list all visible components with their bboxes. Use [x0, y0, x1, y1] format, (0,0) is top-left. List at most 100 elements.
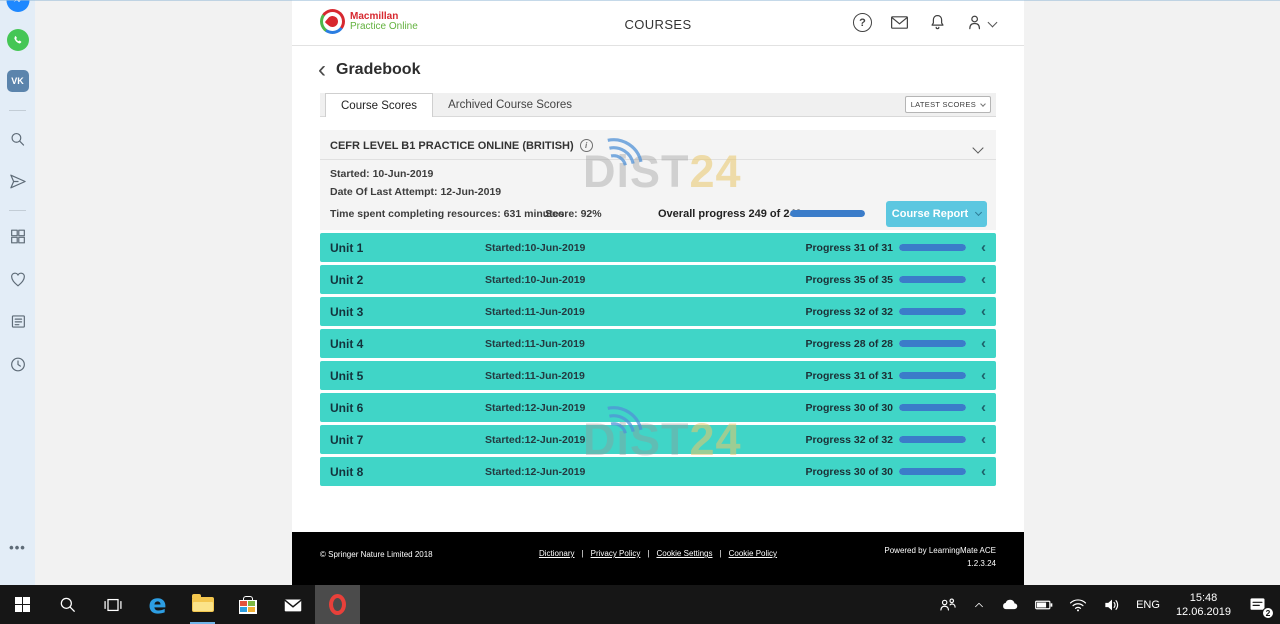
tray-expand-chevron-icon[interactable] — [966, 585, 992, 624]
unit-started-date: Started:12-Jun-2019 — [485, 402, 585, 414]
tray-time: 15:48 — [1176, 591, 1231, 605]
unit-name: Unit 6 — [330, 401, 485, 415]
info-icon[interactable]: i — [580, 139, 593, 152]
footer-links: Dictionary | Privacy Policy | Cookie Setting… — [539, 549, 777, 558]
unit-row[interactable]: Unit 2 Started:10-Jun-2019 Progress 35 o… — [320, 265, 996, 294]
unit-row[interactable]: Unit 8 Started:12-Jun-2019 Progress 30 o… — [320, 457, 996, 486]
tab-course-scores[interactable]: Course Scores — [325, 93, 433, 117]
unit-progress-bar — [899, 468, 966, 475]
chevron-left-icon[interactable]: ‹ — [981, 403, 986, 413]
start-button[interactable] — [0, 585, 45, 624]
unit-started-date: Started:12-Jun-2019 — [485, 466, 585, 478]
unit-row[interactable]: Unit 6 Started:12-Jun-2019 Progress 30 o… — [320, 393, 996, 422]
mail-app-icon[interactable] — [270, 585, 315, 624]
course-time-spent: Time spent completing resources: 631 min… — [330, 208, 564, 220]
chevron-left-icon[interactable]: ‹ — [981, 307, 986, 317]
chevron-left-icon[interactable]: ‹ — [981, 243, 986, 253]
mail-icon[interactable] — [889, 12, 910, 33]
unit-progress-bar — [899, 340, 966, 347]
page-content: Macmillan Practice Online COURSES ? ‹ Gr… — [292, 0, 1024, 585]
footer-link[interactable]: Privacy Policy — [591, 549, 641, 558]
course-started-date: Started: 10-Jun-2019 — [330, 168, 433, 180]
chevron-left-icon[interactable]: ‹ — [981, 467, 986, 477]
search-icon[interactable] — [8, 130, 27, 149]
unit-progress-label: Progress 32 of 32 — [805, 306, 893, 318]
unit-progress-label: Progress 30 of 30 — [805, 466, 893, 478]
chevron-left-icon[interactable]: ‹ — [981, 339, 986, 349]
macmillan-logo-icon — [320, 9, 345, 34]
footer-link[interactable]: Cookie Settings — [656, 549, 712, 558]
course-panel-header[interactable]: CEFR LEVEL B1 PRACTICE ONLINE (BRITISH) … — [320, 130, 996, 160]
chevron-down-icon[interactable] — [974, 139, 982, 157]
footer-link[interactable]: Dictionary — [539, 549, 575, 558]
edge-browser-icon[interactable]: e — [135, 585, 180, 624]
unit-progress-label: Progress 32 of 32 — [805, 434, 893, 446]
unit-name: Unit 2 — [330, 273, 485, 287]
footer-link-separator: | — [647, 549, 649, 558]
wifi-icon[interactable] — [1062, 585, 1094, 624]
footer-version: 1.2.3.24 — [884, 557, 996, 570]
microsoft-store-icon[interactable] — [225, 585, 270, 624]
unit-row[interactable]: Unit 4 Started:11-Jun-2019 Progress 28 o… — [320, 329, 996, 358]
unit-name: Unit 8 — [330, 465, 485, 479]
course-report-button[interactable]: Course Report — [886, 201, 987, 227]
chevron-down-icon — [975, 209, 982, 216]
unit-list: Unit 1 Started:10-Jun-2019 Progress 31 o… — [320, 233, 996, 489]
taskbar-search-icon[interactable] — [45, 585, 90, 624]
unit-name: Unit 5 — [330, 369, 485, 383]
my-flow-send-icon[interactable] — [8, 172, 27, 191]
help-icon[interactable]: ? — [853, 13, 872, 32]
chevron-down-icon — [980, 101, 986, 107]
unit-started-date: Started:10-Jun-2019 — [485, 274, 585, 286]
unit-progress-bar — [899, 372, 966, 379]
news-icon[interactable] — [8, 312, 27, 331]
footer-link-separator: | — [720, 549, 722, 558]
tab-archived-course-scores[interactable]: Archived Course Scores — [433, 93, 587, 116]
course-title: CEFR LEVEL B1 PRACTICE ONLINE (BRITISH) — [330, 140, 574, 152]
unit-row[interactable]: Unit 5 Started:11-Jun-2019 Progress 31 o… — [320, 361, 996, 390]
course-panel: CEFR LEVEL B1 PRACTICE ONLINE (BRITISH) … — [320, 130, 996, 230]
unit-progress-label: Progress 31 of 31 — [805, 370, 893, 382]
unit-progress-bar — [899, 244, 966, 251]
account-menu-icon[interactable] — [965, 12, 996, 33]
unit-row[interactable]: Unit 1 Started:10-Jun-2019 Progress 31 o… — [320, 233, 996, 262]
footer-link[interactable]: Cookie Policy — [729, 549, 777, 558]
history-clock-icon[interactable] — [8, 355, 27, 374]
chevron-left-icon[interactable]: ‹ — [981, 435, 986, 445]
task-view-icon[interactable] — [90, 585, 135, 624]
chevron-left-icon[interactable]: ‹ — [981, 275, 986, 285]
clock-date[interactable]: 15:48 12.06.2019 — [1168, 585, 1239, 624]
sidebar-more-icon[interactable]: ••• — [9, 540, 26, 555]
unit-name: Unit 3 — [330, 305, 485, 319]
onedrive-cloud-icon[interactable] — [994, 585, 1026, 624]
people-tray-icon[interactable] — [932, 585, 964, 624]
latest-scores-dropdown[interactable]: LATEST SCORES — [905, 96, 991, 113]
chevron-left-icon[interactable]: ‹ — [981, 371, 986, 381]
vk-icon[interactable]: VK — [7, 70, 29, 92]
unit-row[interactable]: Unit 3 Started:11-Jun-2019 Progress 32 o… — [320, 297, 996, 326]
site-header: Macmillan Practice Online COURSES ? — [292, 0, 1024, 46]
action-center-icon[interactable]: 2 — [1241, 585, 1274, 624]
opera-browser-icon[interactable] — [315, 585, 360, 624]
unit-started-date: Started:11-Jun-2019 — [485, 338, 585, 350]
speed-dial-grid-icon[interactable] — [8, 227, 27, 246]
bookmarks-heart-icon[interactable] — [8, 270, 27, 289]
windows-taskbar: e ENG — [0, 585, 1280, 624]
unit-started-date: Started:11-Jun-2019 — [485, 370, 585, 382]
unit-name: Unit 7 — [330, 433, 485, 447]
volume-icon[interactable] — [1096, 585, 1128, 624]
whatsapp-icon[interactable] — [7, 29, 29, 51]
macmillan-logo[interactable]: Macmillan Practice Online — [320, 9, 418, 34]
nav-courses-link[interactable]: COURSES — [624, 17, 691, 32]
unit-progress-label: Progress 28 of 28 — [805, 338, 893, 350]
notifications-bell-icon[interactable] — [927, 12, 948, 33]
chevron-down-icon — [988, 18, 998, 28]
battery-icon[interactable] — [1028, 585, 1060, 624]
file-explorer-icon[interactable] — [180, 585, 225, 624]
language-indicator[interactable]: ENG — [1130, 585, 1166, 624]
messenger-icon[interactable] — [6, 0, 29, 12]
unit-progress-bar — [899, 276, 966, 283]
back-button[interactable]: ‹ — [318, 60, 326, 80]
unit-name: Unit 1 — [330, 241, 485, 255]
unit-row[interactable]: Unit 7 Started:12-Jun-2019 Progress 32 o… — [320, 425, 996, 454]
